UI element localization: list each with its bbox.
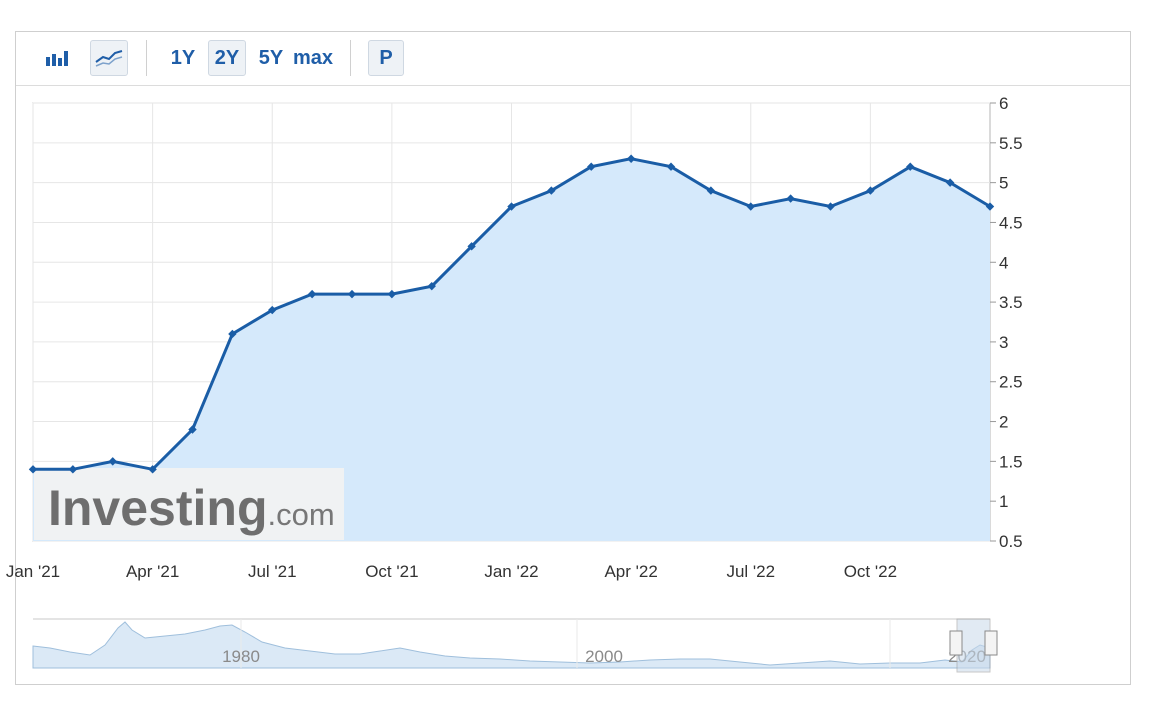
navigator[interactable]: 1980 2000 2020 — [32, 618, 998, 673]
navigator-series — [32, 621, 991, 669]
y-tick-label: 2 — [999, 413, 1008, 432]
y-tick-label: 4.5 — [999, 213, 1023, 232]
navigator-label: 1980 — [222, 647, 260, 666]
navigator-label: 2000 — [585, 647, 623, 666]
navigator-right-handle[interactable] — [984, 630, 998, 656]
watermark: Investing.com — [34, 468, 344, 540]
x-tick-label: Apr '21 — [126, 562, 179, 581]
y-tick-label: 6 — [999, 94, 1008, 113]
y-tick-label: 5.5 — [999, 134, 1023, 153]
x-tick-label: Apr '22 — [604, 562, 657, 581]
navigator-left-handle[interactable] — [949, 630, 963, 656]
x-tick-label: Jul '21 — [248, 562, 297, 581]
y-tick-label: 3 — [999, 333, 1008, 352]
chart-canvas: Investing.com 6 5.5 5 4.5 4 3.5 3 2.5 2 1.5 1 0.5 J… — [6, 94, 1023, 673]
y-tick-label: 2.5 — [999, 373, 1023, 392]
x-tick-label: Jul '22 — [726, 562, 775, 581]
x-axis: Jan '21 Apr '21 Jul '21 Oct '21 Jan '22 Apr '… — [6, 562, 897, 581]
y-tick-label: 3.5 — [999, 293, 1023, 312]
y-tick-label: 5 — [999, 174, 1008, 193]
y-tick-label: 1 — [999, 492, 1008, 511]
x-tick-label: Oct '21 — [365, 562, 418, 581]
y-axis: 6 5.5 5 4.5 4 3.5 3 2.5 2 1.5 1 0.5 — [990, 94, 1023, 551]
x-tick-label: Jan '21 — [6, 562, 60, 581]
y-tick-label: 0.5 — [999, 532, 1023, 551]
x-tick-label: Jan '22 — [484, 562, 538, 581]
y-tick-label: 4 — [999, 253, 1008, 272]
x-tick-label: Oct '22 — [844, 562, 897, 581]
y-tick-label: 1.5 — [999, 452, 1023, 471]
